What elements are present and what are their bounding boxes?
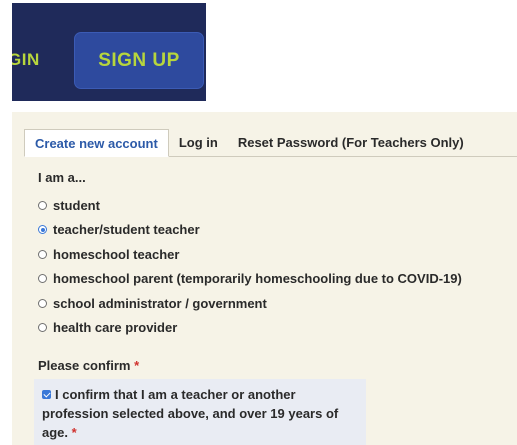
radio-button[interactable]: [38, 298, 47, 308]
confirm-checkbox[interactable]: [42, 390, 51, 400]
create-account-form: I am a... student teacher/student teache…: [34, 170, 508, 445]
required-marker: *: [71, 425, 77, 440]
site-header: GIN SIGN UP: [12, 3, 206, 101]
role-option-label: student: [53, 197, 100, 213]
radio-button[interactable]: [38, 200, 47, 210]
required-marker: *: [134, 358, 140, 373]
radio-button[interactable]: [38, 249, 47, 259]
role-radio-group: student teacher/student teacher homescho…: [38, 193, 508, 340]
radio-button-selected[interactable]: [38, 225, 47, 235]
role-option-label: homeschool teacher: [53, 246, 180, 262]
account-tabs: Create new account Log in Reset Password…: [24, 129, 474, 157]
radio-button[interactable]: [38, 323, 47, 333]
radio-button[interactable]: [38, 274, 47, 284]
role-option-teacher[interactable]: teacher/student teacher: [38, 218, 508, 243]
tab-log-in[interactable]: Log in: [169, 129, 228, 157]
role-label: I am a...: [38, 170, 86, 185]
confirm-checkbox-label: I confirm that I am a teacher or another…: [42, 387, 339, 440]
role-option-homeschool-parent[interactable]: homeschool parent (temporarily homeschoo…: [38, 267, 508, 292]
role-option-school-administrator[interactable]: school administrator / government: [38, 291, 508, 316]
tab-reset-password[interactable]: Reset Password (For Teachers Only): [228, 129, 474, 157]
tab-create-new-account[interactable]: Create new account: [24, 129, 169, 157]
role-option-label: school administrator / government: [53, 295, 267, 311]
role-option-label: health care provider: [53, 320, 178, 336]
role-option-homeschool-teacher[interactable]: homeschool teacher: [38, 242, 508, 267]
confirm-checkbox-container: I confirm that I am a teacher or another…: [34, 379, 366, 445]
role-option-label: homeschool parent (temporarily homeschoo…: [53, 271, 462, 287]
sign-in-link[interactable]: GIN: [12, 50, 40, 70]
role-option-label: teacher/student teacher: [53, 222, 200, 238]
confirm-label-text: Please confirm: [38, 358, 131, 373]
sign-up-button[interactable]: SIGN UP: [74, 32, 204, 89]
role-option-student[interactable]: student: [38, 193, 508, 218]
account-form-panel: Create new account Log in Reset Password…: [12, 112, 517, 445]
role-option-health-care-provider[interactable]: health care provider: [38, 316, 508, 341]
confirm-label: Please confirm *: [38, 358, 508, 373]
